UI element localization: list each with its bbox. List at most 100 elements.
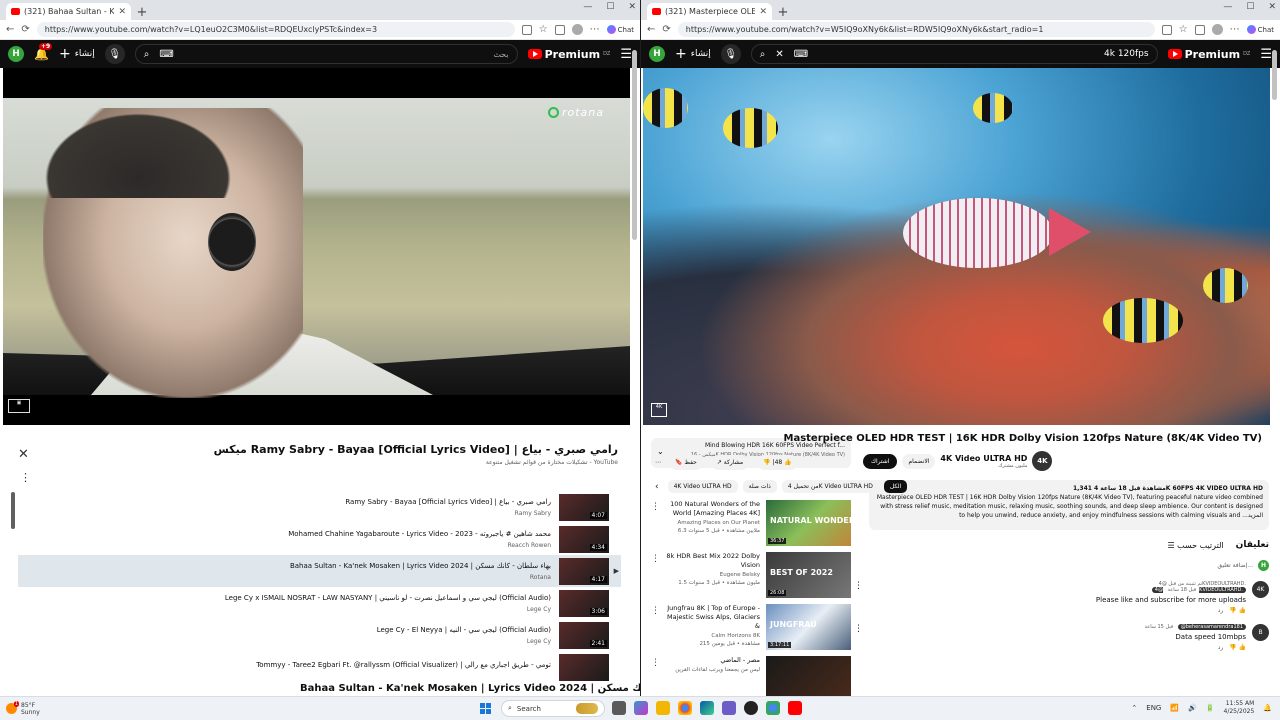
keyboard-icon[interactable]: ⌨: [159, 49, 173, 60]
taskbar-search[interactable]: ⌕ Search: [501, 700, 605, 717]
url-field[interactable]: https://www.youtube.com/watch?v=LQ1euO2C…: [36, 22, 515, 37]
playlist-item-thumbnail[interactable]: [559, 653, 609, 681]
recommendation-thumbnail[interactable]: [766, 656, 851, 696]
start-windows-icon[interactable]: [480, 703, 491, 714]
battery-icon[interactable]: 🔋: [1206, 704, 1215, 712]
page-scrollbar[interactable]: [632, 50, 637, 240]
subscribe-button[interactable]: اشتراك: [863, 453, 898, 469]
back-icon[interactable]: ←: [647, 24, 655, 35]
share-button[interactable]: ↗ مشاركة: [710, 455, 750, 470]
favorite-star-icon[interactable]: ☆: [1179, 24, 1188, 35]
playlist-item-thumbnail[interactable]: 4:07: [559, 493, 609, 521]
playlist-more-icon[interactable]: ⋮: [20, 471, 31, 484]
collections-icon[interactable]: [554, 24, 565, 35]
clock[interactable]: 11:55 AM 4/25/2025: [1224, 700, 1255, 716]
chevron-left-icon[interactable]: ‹: [655, 482, 659, 492]
youtube-premium-logo[interactable]: Premium DZ: [527, 48, 610, 61]
new-tab-button[interactable]: +: [134, 4, 150, 20]
reload-icon[interactable]: ⟳: [662, 24, 670, 35]
more-menu-icon[interactable]: ⋯: [590, 24, 600, 35]
chip[interactable]: من تحميل 4K Video ULTRA HD: [781, 480, 879, 493]
save-button[interactable]: 🔖 حفظ: [669, 455, 703, 470]
app-icon[interactable]: [744, 701, 758, 715]
playlist-item[interactable]: Tommyy - Taree2 Egbari Ft. @rallyssm (Of…: [18, 651, 621, 683]
video-player[interactable]: 4K: [643, 68, 1270, 425]
new-tab-button[interactable]: +: [775, 4, 791, 20]
video-menu-icon[interactable]: ⋮: [651, 606, 660, 616]
playlist-item-thumbnail[interactable]: 3:06: [559, 589, 609, 617]
account-avatar[interactable]: H: [8, 46, 24, 62]
more-menu-icon[interactable]: ⋯: [1230, 24, 1240, 35]
close-playlist-icon[interactable]: ✕: [18, 447, 29, 462]
search-input[interactable]: ⌕ ✕ ⌨ 4k 120fps: [750, 44, 1158, 64]
like-icon[interactable]: 👍: [1239, 607, 1246, 614]
voice-search-mic-icon[interactable]: 🎙: [104, 44, 125, 64]
task-view-icon[interactable]: [612, 701, 626, 715]
youtube-app-icon[interactable]: [788, 701, 802, 715]
minimize-button[interactable]: —: [583, 2, 592, 12]
extension-icon[interactable]: [521, 24, 532, 35]
comment-menu-icon[interactable]: ⋮: [854, 581, 863, 591]
notifications-bell-icon[interactable]: 🔔 +9: [34, 43, 53, 61]
url-field[interactable]: https://www.youtube.com/watch?v=W5IQ9oXN…: [677, 22, 1155, 37]
clear-search-icon[interactable]: ✕: [775, 49, 783, 60]
hamburger-menu-icon[interactable]: ☰: [620, 47, 632, 62]
create-button[interactable]: + إنشاء: [675, 46, 711, 62]
chip-all[interactable]: الكل: [883, 480, 908, 493]
maximize-button[interactable]: ☐: [606, 2, 614, 12]
account-avatar[interactable]: H: [649, 46, 665, 62]
extension-icon[interactable]: [1161, 24, 1172, 35]
comment-avatar[interactable]: 4K: [1252, 581, 1269, 598]
search-icon[interactable]: ⌕: [144, 49, 150, 60]
playlist-item[interactable]: Lege Cy x ISMAIL NOSRAT - LAW NASYANY | …: [18, 587, 621, 619]
collections-icon[interactable]: [1194, 24, 1205, 35]
favorite-star-icon[interactable]: ☆: [539, 24, 548, 35]
playlist-item-thumbnail[interactable]: 2:41: [559, 621, 609, 649]
recommendation-item[interactable]: ⋮ Jungfrau 8K | Top of Europe - Majestic …: [651, 604, 851, 656]
keyboard-icon[interactable]: ⌨: [794, 49, 808, 60]
page-scrollbar[interactable]: [1272, 50, 1277, 100]
recommendation-thumbnail[interactable]: BEST OF 2022 26:08: [766, 552, 851, 598]
recommendation-item[interactable]: ⋮ 8k HDR Best Mix 2022 Dolby Vision Eugene…: [651, 552, 851, 604]
volume-icon[interactable]: 🔊: [1188, 704, 1197, 712]
dislike-icon[interactable]: 👎: [1229, 644, 1236, 651]
like-dislike-button[interactable]: 👎 | 48 👍: [757, 455, 798, 470]
reload-icon[interactable]: ⟳: [21, 24, 29, 35]
more-actions-icon[interactable]: ⋯: [655, 459, 661, 466]
video-player[interactable]: rotana ▣: [3, 68, 630, 425]
playlist-item[interactable]: Bahaa Sultan - Ka'nek Mosaken | Lyrics V…: [18, 555, 621, 587]
browser-tab[interactable]: (321) Bahaa Sultan - Ka'nek M ✕: [6, 3, 131, 20]
back-icon[interactable]: ←: [6, 24, 14, 35]
playlist-scrollbar[interactable]: [11, 492, 15, 529]
minimize-button[interactable]: —: [1223, 2, 1232, 12]
recommendation-item[interactable]: ⋮ 100 Natural Wonders of the World [Amazi…: [651, 500, 851, 552]
playlist-item[interactable]: Ramy Sabry - Bayaa [Official Lyrics Vide…: [18, 491, 621, 523]
comment-author[interactable]: @beherasamarendra181: [1177, 624, 1246, 630]
channel-name[interactable]: 4K Video ULTRA HD: [940, 454, 1027, 463]
channel-avatar[interactable]: 4K: [1032, 451, 1053, 471]
reply-button[interactable]: رد: [1218, 644, 1224, 651]
chrome-icon[interactable]: [678, 701, 692, 715]
reply-button[interactable]: رد: [1218, 607, 1224, 614]
playlist-item[interactable]: Lege Cy - El Neyya | ليجي سي - النيه (Of…: [18, 619, 621, 651]
recommendation-thumbnail[interactable]: JUNGFRAU 3:17:11: [766, 604, 851, 650]
chevron-up-icon[interactable]: ⌃: [1131, 704, 1137, 712]
close-window-button[interactable]: ✕: [1268, 2, 1276, 12]
maximize-button[interactable]: ☐: [1246, 2, 1254, 12]
video-menu-icon[interactable]: ⋮: [651, 658, 660, 668]
copilot-button[interactable]: Chat: [606, 25, 634, 34]
playlist-item-thumbnail[interactable]: 4:34: [559, 525, 609, 553]
comment-menu-icon[interactable]: ⋮: [854, 624, 863, 634]
search-icon[interactable]: ⌕: [760, 49, 766, 60]
recommendation-item[interactable]: ⋮ مصر - الماضي ليس من يجمعنا ويرتب لقاءات …: [651, 656, 851, 696]
chat-app-icon[interactable]: [722, 701, 736, 715]
copilot-button[interactable]: Chat: [1246, 25, 1274, 34]
edge-icon[interactable]: [700, 701, 714, 715]
search-input[interactable]: ⌕ ⌨ بحث: [134, 44, 518, 64]
wifi-icon[interactable]: 📶: [1170, 704, 1179, 712]
video-menu-icon[interactable]: ⋮: [651, 502, 660, 512]
playlist-item[interactable]: Mohamed Chahine Yagabaroute - Lyrics Vid…: [18, 523, 621, 555]
playlist-item-thumbnail[interactable]: 4:17: [559, 557, 609, 585]
voice-search-mic-icon[interactable]: 🎙: [720, 44, 741, 64]
comment-avatar[interactable]: B: [1252, 624, 1269, 641]
